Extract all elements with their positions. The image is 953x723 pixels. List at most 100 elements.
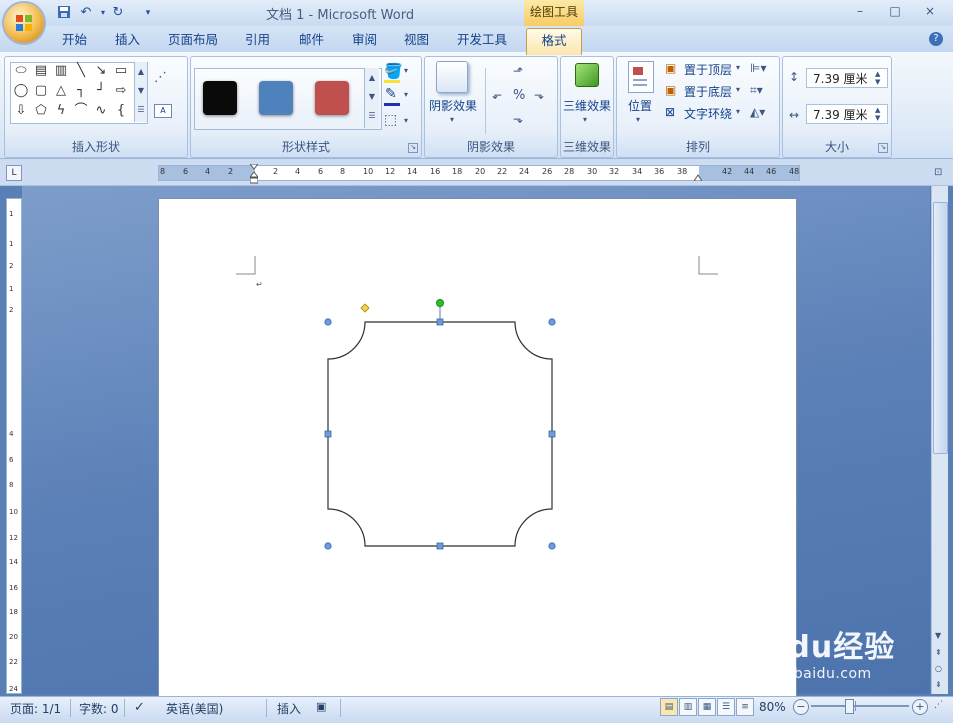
zoom-slider[interactable] (811, 705, 909, 707)
position-dropdown-icon[interactable]: ▾ (636, 115, 640, 124)
zoom-slider-thumb[interactable] (845, 699, 854, 714)
text-wrap-dropdown-icon[interactable]: ▾ (736, 107, 740, 116)
oval-shape-icon[interactable]: ◯ (13, 83, 29, 99)
tab-home[interactable]: 开始 (62, 31, 87, 51)
text-wrap-button[interactable]: 文字环绕 (684, 105, 732, 122)
resize-handle-bottom-right[interactable] (548, 542, 556, 550)
3d-effects-button[interactable]: 三维效果 (563, 97, 611, 114)
ellipse-shape-icon[interactable]: ⬭ (13, 63, 29, 79)
zoom-out-icon[interactable]: − (793, 699, 809, 715)
text-wrap-icon[interactable]: ⊠ (665, 105, 675, 119)
tab-format[interactable]: 格式 (526, 28, 582, 55)
draw-textbox-icon[interactable]: A (154, 104, 172, 118)
outline-dropdown-icon[interactable]: ▾ (404, 90, 408, 99)
3d-dropdown-icon[interactable]: ▾ (583, 115, 587, 124)
elbow-connector-icon[interactable]: ┐ (73, 83, 89, 99)
position-icon[interactable] (628, 61, 654, 93)
indent-marker-icon[interactable] (248, 163, 260, 184)
status-language[interactable]: 英语(美国) (166, 700, 223, 717)
adjust-handle[interactable] (360, 303, 370, 313)
textbox-shape-icon[interactable]: ▤ (33, 63, 49, 79)
vertical-scrollbar[interactable] (931, 186, 948, 694)
scrollbar-thumb[interactable] (933, 202, 948, 454)
print-layout-view-icon[interactable]: ▤ (660, 698, 678, 716)
pentagon-shape-icon[interactable]: ⬠ (33, 103, 49, 119)
align-icon[interactable]: ⊫▾ (750, 61, 766, 75)
bring-to-front-button[interactable]: 置于顶层 (684, 61, 732, 78)
redo-icon[interactable]: ↻ (110, 5, 126, 21)
bring-front-dropdown-icon[interactable]: ▾ (736, 63, 740, 72)
nudge-shadow-down-icon[interactable]: ⬎ (513, 112, 523, 126)
nudge-shadow-left-icon[interactable]: ⬐ (492, 88, 502, 102)
shadow-toggle-icon[interactable]: % (513, 88, 525, 103)
close-button[interactable]: × (918, 4, 942, 20)
send-back-icon[interactable]: ▣ (665, 83, 676, 97)
vertical-textbox-icon[interactable]: ▥ (53, 63, 69, 79)
tab-page-layout[interactable]: 页面布局 (168, 31, 218, 51)
tab-insert[interactable]: 插入 (115, 31, 140, 51)
status-insert-mode[interactable]: 插入 (277, 700, 301, 717)
nudge-shadow-up-icon[interactable]: ⬏ (513, 64, 523, 78)
save-icon[interactable] (56, 5, 72, 21)
height-spinner-icon[interactable]: ▲ ▼ (875, 70, 880, 86)
shadow-effects-icon[interactable] (436, 61, 468, 93)
rotate-handle[interactable] (436, 299, 445, 307)
shape-outline-icon[interactable]: ✎ (385, 86, 397, 102)
shapes-gallery-scroll[interactable]: ▲ ▼ ☰ (134, 62, 147, 122)
plaque-shape[interactable] (318, 294, 564, 558)
previous-page-icon[interactable]: ⇞ (935, 648, 942, 657)
next-page-icon[interactable]: ⇟ (935, 680, 942, 689)
zoom-level[interactable]: 80% (759, 700, 786, 714)
undo-dropdown-icon[interactable]: ▾ (95, 5, 111, 21)
bring-front-icon[interactable]: ▣ (665, 61, 676, 75)
office-button[interactable] (4, 3, 44, 43)
status-page[interactable]: 页面: 1/1 (10, 700, 61, 717)
resize-handle-right[interactable] (548, 430, 556, 438)
rotate-icon[interactable]: ◭▾ (750, 105, 765, 119)
rectangle-shape-icon[interactable]: ▭ (113, 63, 129, 79)
resize-handle-top[interactable] (436, 318, 444, 326)
style-gallery-scroll[interactable]: ▲ ▼ ☰ (364, 68, 379, 128)
line-shape-icon[interactable]: ╲ (73, 63, 89, 79)
arc-shape-icon[interactable]: ⌒ (73, 103, 89, 119)
change-shape-icon[interactable]: ⬚ (384, 112, 397, 128)
outline-view-icon[interactable]: ☰ (717, 698, 735, 716)
brace-shape-icon[interactable]: { (113, 103, 129, 119)
minimize-button[interactable]: – (848, 4, 872, 20)
zoom-in-icon[interactable]: + (912, 699, 928, 715)
scroll-down-icon[interactable]: ▼ (935, 631, 941, 640)
elbow-arrow-icon[interactable]: ┘ (93, 83, 109, 99)
shape-fill-icon[interactable]: 🪣 (384, 62, 403, 80)
lightning-shape-icon[interactable]: ϟ (53, 103, 69, 119)
right-indent-marker-icon[interactable] (693, 170, 703, 182)
curve-shape-icon[interactable]: ∿ (93, 103, 109, 119)
draft-view-icon[interactable]: ≡ (736, 698, 754, 716)
browse-object-icon[interactable]: ○ (935, 664, 942, 673)
tab-mailings[interactable]: 邮件 (299, 31, 324, 51)
nudge-shadow-right-icon[interactable]: ⬎ (534, 88, 544, 102)
right-arrow-shape-icon[interactable]: ⇨ (113, 83, 129, 99)
customize-icon[interactable]: ▾ (140, 5, 156, 21)
resize-handle-bottom[interactable] (436, 542, 444, 550)
style-swatch-black[interactable] (203, 81, 237, 115)
resize-handle-left[interactable] (324, 430, 332, 438)
web-layout-icon[interactable]: ▦ (698, 698, 716, 716)
triangle-shape-icon[interactable]: △ (53, 83, 69, 99)
position-button[interactable]: 位置 (628, 97, 652, 114)
tab-references[interactable]: 引用 (245, 31, 270, 51)
group-objects-icon[interactable]: ⌗▾ (750, 83, 763, 98)
tab-developer[interactable]: 开发工具 (457, 31, 507, 51)
resize-handle-top-right[interactable] (548, 318, 556, 326)
send-back-dropdown-icon[interactable]: ▾ (736, 85, 740, 94)
style-swatch-red[interactable] (315, 81, 349, 115)
change-shape-dropdown-icon[interactable]: ▾ (404, 116, 408, 125)
width-spinner-icon[interactable]: ▲ ▼ (875, 106, 880, 122)
shadow-dropdown-icon[interactable]: ▾ (450, 115, 454, 124)
shadow-effects-button[interactable]: 阴影效果 (429, 97, 477, 114)
edit-shape-icon[interactable]: ⋰ (154, 70, 167, 85)
status-word-count[interactable]: 字数: 0 (79, 700, 119, 717)
arrow-line-icon[interactable]: ↘ (93, 63, 109, 79)
size-launcher-icon[interactable]: ↘ (878, 143, 888, 153)
3d-effects-icon[interactable] (575, 63, 599, 87)
tab-review[interactable]: 审阅 (352, 31, 377, 51)
